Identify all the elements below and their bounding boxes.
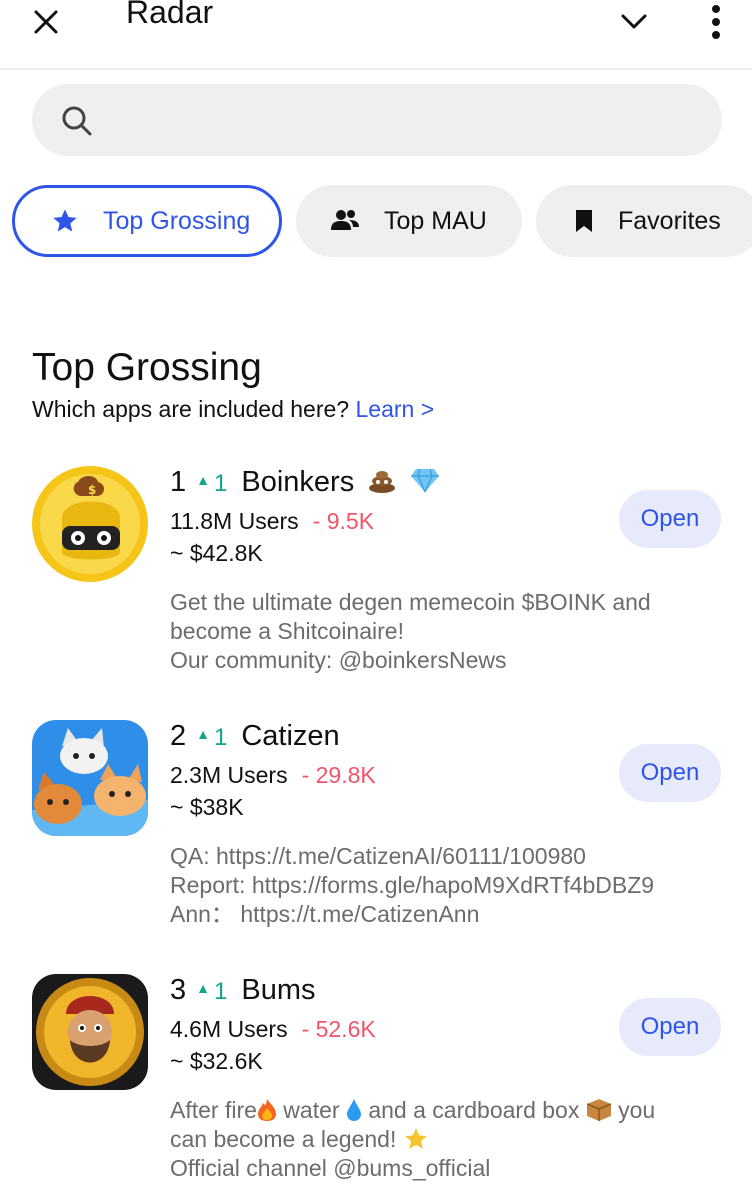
description-line: Our community: @boinkersNews bbox=[170, 647, 507, 673]
more-vertical-icon bbox=[712, 5, 720, 39]
chevron-down-icon bbox=[621, 14, 647, 29]
app-description: QA: https://t.me/CatizenAI/60111/100980 … bbox=[170, 842, 730, 929]
star-emoji-icon bbox=[404, 1128, 427, 1149]
package-emoji-icon bbox=[586, 1098, 612, 1121]
description-line: Ann： https://t.me/CatizenAnn bbox=[170, 901, 480, 927]
app-users-row: 11.8M Users - 9.5K bbox=[170, 508, 374, 535]
rank-change: 1 bbox=[214, 470, 228, 497]
dropdown-button[interactable] bbox=[612, 2, 656, 42]
section-title: Top Grossing bbox=[32, 346, 262, 389]
description-text: water bbox=[276, 1097, 346, 1123]
section-subtitle-text: Which apps are included here? bbox=[32, 396, 350, 422]
tab-favorites[interactable]: Favorites bbox=[536, 185, 752, 257]
users-icon bbox=[331, 210, 359, 230]
rank-change: 1 bbox=[214, 978, 228, 1005]
tab-label: Top MAU bbox=[384, 206, 487, 235]
list-item[interactable]: 2 ▲ 1 Catizen 2.3M Users - 29.8K ~ $38K QA: … bbox=[0, 720, 752, 970]
diamond-emoji-icon bbox=[411, 469, 440, 493]
open-button[interactable]: Open bbox=[619, 998, 721, 1056]
app-rank: 2 bbox=[170, 720, 187, 752]
tab-top-grossing[interactable]: Top Grossing bbox=[12, 185, 282, 257]
page-title: Radar bbox=[126, 0, 214, 30]
description-line: After fire water and a cardboard box you bbox=[170, 1096, 730, 1125]
app-users-row: 4.6M Users - 52.6K bbox=[170, 1016, 376, 1043]
app-name: Catizen bbox=[241, 720, 340, 752]
description-text: After fire bbox=[170, 1097, 257, 1123]
app-rank: 1 bbox=[170, 466, 187, 498]
tab-top-mau[interactable]: Top MAU bbox=[296, 185, 522, 257]
droplet-emoji-icon bbox=[346, 1098, 361, 1121]
open-button[interactable]: Open bbox=[619, 744, 721, 802]
tab-label: Favorites bbox=[618, 206, 721, 235]
rank-up-icon: ▲ bbox=[196, 726, 210, 743]
rank-change: 1 bbox=[214, 724, 228, 751]
list-item[interactable]: $ 1 ▲ 1 Boinkers 11.8M Users - 9.5K ~ $42.8K… bbox=[0, 466, 752, 716]
app-users: 2.3M Users bbox=[170, 762, 288, 788]
description-line: Official channel @bums_official bbox=[170, 1155, 491, 1181]
app-revenue: ~ $32.6K bbox=[170, 1048, 263, 1074]
learn-link[interactable]: Learn > bbox=[355, 396, 434, 422]
search-bar[interactable] bbox=[32, 84, 722, 156]
description-text: and a cardboard box bbox=[361, 1097, 586, 1123]
more-button[interactable] bbox=[698, 0, 734, 46]
list-item[interactable]: 3 ▲ 1 Bums 4.6M Users - 52.6K ~ $32.6K After… bbox=[0, 974, 752, 1200]
app-title-row: 2 ▲ 1 Catizen bbox=[170, 720, 340, 753]
description-line: become a Shitcoinaire! bbox=[170, 618, 404, 644]
app-title-row: 3 ▲ 1 Bums bbox=[170, 974, 316, 1007]
catizen-app-icon bbox=[32, 720, 148, 836]
rank-up-icon: ▲ bbox=[196, 472, 210, 489]
bums-app-icon bbox=[32, 974, 148, 1090]
app-users-row: 2.3M Users - 29.8K bbox=[170, 762, 376, 789]
description-text: can become a legend! bbox=[170, 1126, 403, 1152]
app-description: Get the ultimate degen memecoin $BOINK a… bbox=[170, 588, 730, 675]
users-change: - 52.6K bbox=[301, 1016, 376, 1042]
users-change: - 29.8K bbox=[301, 762, 376, 788]
description-text: you bbox=[611, 1097, 656, 1123]
top-bar: Radar bbox=[0, 0, 752, 70]
tab-label: Top Grossing bbox=[103, 206, 251, 235]
app-users: 4.6M Users bbox=[170, 1016, 288, 1042]
search-icon bbox=[62, 106, 92, 136]
description-line: Report: https://forms.gle/hapoM9XdRTf4bD… bbox=[170, 872, 655, 898]
app-description: After fire water and a cardboard box you… bbox=[170, 1096, 730, 1183]
description-line: Get the ultimate degen memecoin $BOINK a… bbox=[170, 589, 651, 615]
app-users: 11.8M Users bbox=[170, 508, 299, 534]
close-button[interactable] bbox=[26, 2, 66, 42]
boinkers-app-icon: $ bbox=[32, 466, 148, 582]
app-name: Boinkers bbox=[241, 466, 355, 498]
description-line: QA: https://t.me/CatizenAI/60111/100980 bbox=[170, 843, 586, 869]
search-input[interactable] bbox=[110, 98, 690, 142]
star-icon bbox=[53, 209, 77, 232]
users-change: - 9.5K bbox=[312, 508, 375, 534]
rank-up-icon: ▲ bbox=[196, 980, 210, 997]
svg-text:$: $ bbox=[88, 483, 96, 497]
close-icon bbox=[34, 10, 58, 34]
fire-emoji-icon bbox=[257, 1098, 276, 1121]
app-revenue: ~ $42.8K bbox=[170, 540, 263, 566]
app-name: Bums bbox=[241, 974, 316, 1006]
app-rank: 3 bbox=[170, 974, 187, 1006]
description-line: can become a legend! bbox=[170, 1125, 730, 1154]
app-revenue: ~ $38K bbox=[170, 794, 244, 820]
section-subtitle: Which apps are included here? Learn > bbox=[32, 396, 434, 423]
bookmark-icon bbox=[576, 210, 592, 232]
app-title-row: 1 ▲ 1 Boinkers bbox=[170, 466, 440, 499]
poop-emoji-icon bbox=[369, 471, 396, 494]
open-button[interactable]: Open bbox=[619, 490, 721, 548]
